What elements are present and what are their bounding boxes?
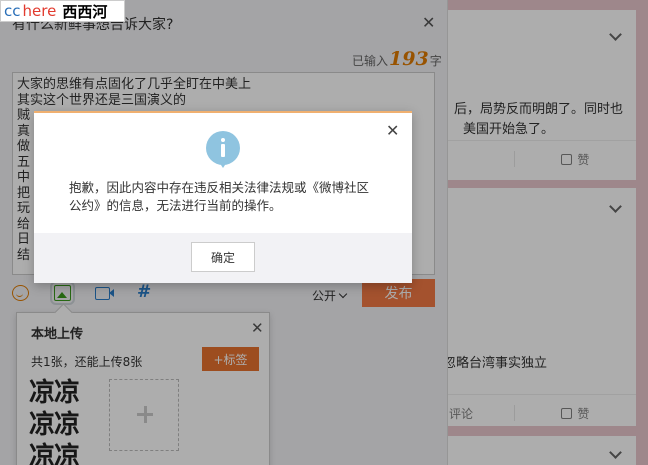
info-icon bbox=[206, 131, 240, 168]
confirm-button[interactable]: 确定 bbox=[191, 242, 255, 272]
watermark-part: here bbox=[22, 2, 57, 20]
dialog-footer: 确定 bbox=[34, 233, 412, 283]
watermark-part: 西西河 bbox=[62, 2, 108, 21]
dialog-message: 抱歉，因此内容中存在违反相关法律法规或《微博社区公约》的信息，无法进行当前的操作… bbox=[69, 180, 370, 213]
close-icon[interactable]: ✕ bbox=[386, 121, 399, 140]
watermark-part: cc bbox=[4, 2, 21, 20]
error-dialog: ✕ 抱歉，因此内容中存在违反相关法律法规或《微博社区公约》的信息，无法进行当前的… bbox=[34, 111, 412, 283]
watermark-logo: cc here 西西河 bbox=[0, 0, 125, 22]
